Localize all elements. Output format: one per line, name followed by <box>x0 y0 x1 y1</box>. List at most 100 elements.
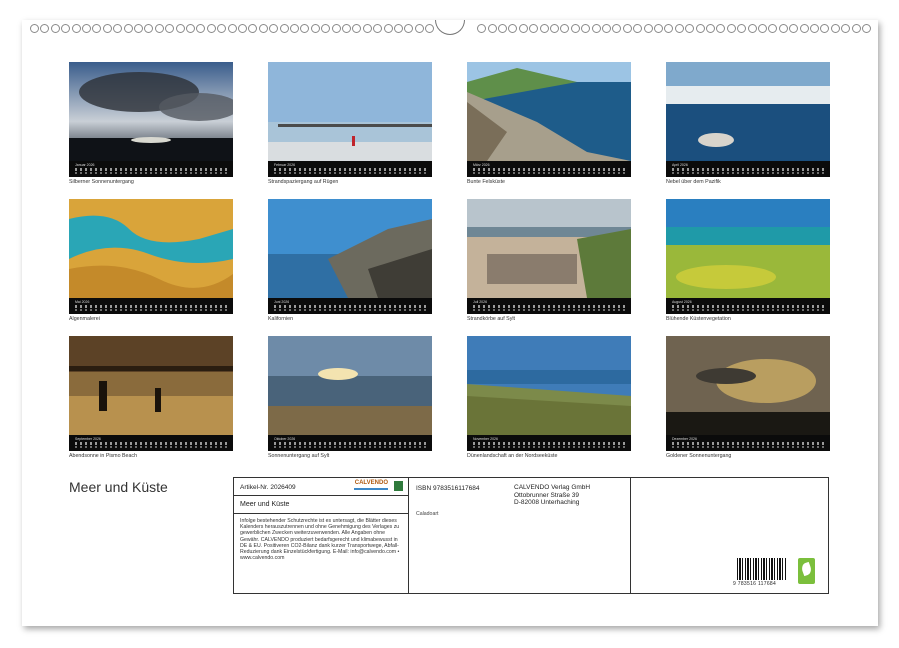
binding-hole <box>373 24 383 33</box>
calendar-grid: März 2026 <box>467 161 631 177</box>
photo-caption: Strandspaziergang auf Rügen <box>268 179 339 185</box>
binding-hole <box>851 24 861 33</box>
barcode-number: 9 783516 117684 <box>733 581 777 587</box>
binding-hole <box>425 24 435 33</box>
binding-hole <box>716 24 726 33</box>
photo-caption: Silberner Sonnenuntergang <box>69 179 134 185</box>
binding-hole <box>342 24 351 33</box>
binding-hole <box>674 24 684 33</box>
calendar-grid: August 2026 <box>666 298 830 314</box>
photo-september <box>69 336 233 435</box>
binding-hole <box>144 24 154 33</box>
calendar-grid: Mai 2026 <box>69 298 233 314</box>
photo-august <box>666 199 830 298</box>
binding-hole <box>498 24 507 33</box>
binding-hole <box>258 24 268 33</box>
binding-hole <box>706 24 715 33</box>
binding-hole <box>50 24 60 33</box>
binding-hole <box>508 24 518 33</box>
binding-hole <box>560 24 570 33</box>
calendar-grid: Juni 2026 <box>268 298 432 314</box>
photo-november <box>467 336 631 435</box>
binding-hole <box>737 24 747 33</box>
binding-hole <box>841 24 851 33</box>
binding-hole <box>654 24 663 33</box>
photo-caption: Strandkörbe auf Sylt <box>467 316 515 322</box>
binding-hole <box>394 24 403 33</box>
binding-hole <box>92 24 102 33</box>
binding-hole <box>695 24 705 33</box>
binding-hole <box>102 24 112 33</box>
binding-hole <box>248 24 258 33</box>
month-name: August 2026 <box>672 300 692 304</box>
photo-april <box>666 62 830 161</box>
article-number: Artikel-Nr. 2026409 <box>240 484 296 491</box>
binding-hole <box>310 24 320 33</box>
calendar-grid: September 2026 <box>69 435 233 451</box>
month-name: Oktober 2026 <box>274 437 296 441</box>
photo-february <box>268 62 432 161</box>
photo-march <box>467 62 631 161</box>
month-name: Januar 2026 <box>75 163 95 167</box>
binding-hole <box>820 24 830 33</box>
photo-january <box>69 62 233 161</box>
binding-hole <box>570 24 580 33</box>
binding-hole <box>113 24 123 33</box>
binding-hole <box>643 24 653 33</box>
binding-hole <box>518 24 528 33</box>
binding-hole <box>352 24 362 33</box>
binding-hole <box>768 24 778 33</box>
binding-hole <box>477 24 487 33</box>
binding-hole <box>862 24 871 33</box>
photo-may <box>69 199 233 298</box>
calendar-title: Meer und Küste <box>69 479 168 495</box>
month-name: Dezember 2026 <box>672 437 697 441</box>
info-column-middle: ISBN 9783516117684 CALVENDO Verlag GmbH … <box>410 478 631 593</box>
binding-hole <box>82 24 91 33</box>
binding-hole <box>726 24 736 33</box>
photo-caption: Abendsonne in Pismo Beach <box>69 453 138 459</box>
binding-hole <box>414 24 424 33</box>
photo-caption: Blühende Küstenvegetation <box>666 316 731 322</box>
binding-hole <box>123 24 133 33</box>
binding-hole <box>539 24 549 33</box>
month-name: Mai 2026 <box>75 300 90 304</box>
binding-hole <box>30 24 39 33</box>
binding-hole <box>321 24 331 33</box>
binding-hole <box>279 24 289 33</box>
binding-hole <box>362 24 372 33</box>
eco-leaf-icon <box>798 558 815 584</box>
photo-caption: Sonnenuntergang auf Sylt <box>268 453 330 459</box>
binding-hole <box>550 24 559 33</box>
binding-hole <box>290 24 299 33</box>
photo-caption: Goldener Sonnenuntergang <box>666 453 732 459</box>
month-name: Februar 2026 <box>274 163 296 167</box>
binding-hole <box>196 24 206 33</box>
binding-hole <box>612 24 622 33</box>
month-name: September 2026 <box>75 437 101 441</box>
binding-hole <box>269 24 279 33</box>
binding-hole <box>778 24 788 33</box>
calendar-grid: November 2026 <box>467 435 631 451</box>
calendar-grid: Dezember 2026 <box>666 435 830 451</box>
month-name: Juni 2026 <box>274 300 290 304</box>
photo-caption: Dünenlandschaft an der Nordseeküste <box>467 453 558 459</box>
calendar-sheet: Januar 2026 Silberner Sonnenuntergang Fe… <box>22 20 878 626</box>
legal-text: Infolge bestehender Schutzrechte ist es … <box>240 518 400 562</box>
binding-hole <box>664 24 674 33</box>
binding-hole <box>685 24 695 33</box>
month-name: Juli 2026 <box>473 300 488 304</box>
binding-hole <box>238 24 247 33</box>
month-name: März 2026 <box>473 163 490 167</box>
photo-december <box>666 336 830 435</box>
binding-hole <box>383 24 393 33</box>
binding-hole <box>747 24 757 33</box>
photo-caption: Nebel über dem Pazifik <box>666 179 721 185</box>
calendar-grid: Juli 2026 <box>467 298 631 314</box>
binding-hole <box>810 24 819 33</box>
photo-caption: Bunte Felsküste <box>467 179 505 185</box>
product-title: Meer und Küste <box>240 501 290 508</box>
info-column-left: Artikel-Nr. 2026409 CALVENDO Meer und Kü… <box>234 478 409 593</box>
binding-hole <box>71 24 81 33</box>
photo-june <box>268 199 432 298</box>
